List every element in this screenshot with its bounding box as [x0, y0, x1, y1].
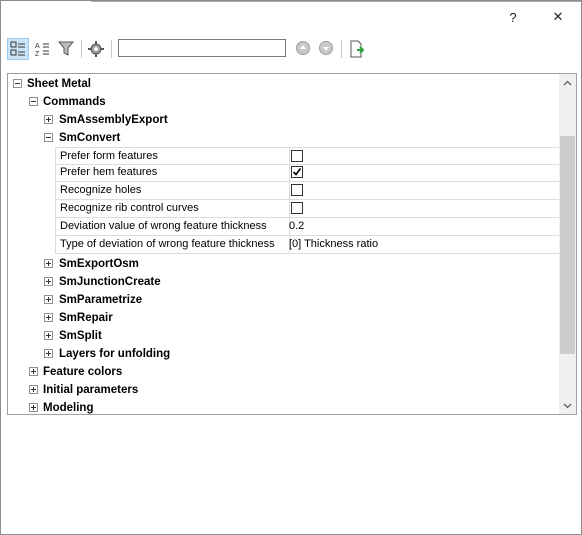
tree-node-label: SmSplit: [59, 330, 102, 342]
svg-text:Z: Z: [35, 51, 40, 57]
expand-icon[interactable]: [44, 313, 53, 322]
tree-node-smrepair[interactable]: SmRepair: [8, 309, 558, 327]
tree-node-label: SmRepair: [59, 312, 113, 324]
tree-node-smparametrize[interactable]: SmParametrize: [8, 291, 558, 309]
tree-node-label: Feature colors: [43, 366, 123, 378]
tree-node-label: SmAssemblyExport: [59, 114, 168, 126]
expand-icon[interactable]: [44, 277, 53, 286]
tree-node-smassemblyexport[interactable]: SmAssemblyExport: [8, 111, 558, 129]
property-name: Type of deviation of wrong feature thick…: [55, 236, 290, 254]
property-row[interactable]: Recognize holes: [55, 182, 563, 200]
recognize-rib-control-curves-checkbox[interactable]: [291, 202, 303, 214]
tree-node-smconvert[interactable]: SmConvert: [8, 129, 558, 147]
tree-node-layers-for-unfolding[interactable]: Layers for unfolding: [8, 345, 558, 363]
property-value: [285, 164, 563, 182]
checkmark-icon: [292, 168, 302, 176]
property-name: Recognize rib control curves: [55, 200, 290, 218]
expand-icon[interactable]: [29, 403, 38, 412]
tree-node-smjunctioncreate[interactable]: SmJunctionCreate: [8, 273, 558, 291]
tree-node-label: Commands: [43, 96, 106, 108]
close-button[interactable]: ✕: [546, 7, 570, 27]
previous-icon[interactable]: [296, 41, 310, 55]
categorized-view-icon[interactable]: [7, 38, 29, 60]
tree-node-modeling[interactable]: Modeling: [8, 399, 558, 414]
tree-node-smsplit[interactable]: SmSplit: [8, 327, 558, 345]
collapse-icon[interactable]: [13, 79, 22, 88]
property-value: [285, 200, 563, 218]
property-name: Recognize holes: [55, 182, 290, 200]
dialog-window: ? ✕ A Z Sheet Metal Commands SmAssemblyE…: [0, 0, 582, 535]
tree-node-feature-colors[interactable]: Feature colors: [8, 363, 558, 381]
tree-node-label: Sheet Metal: [27, 78, 91, 90]
expand-icon[interactable]: [44, 295, 53, 304]
property-row[interactable]: Prefer form features: [55, 147, 563, 165]
property-name: Prefer hem features: [55, 164, 290, 182]
property-value: [285, 147, 563, 165]
expand-icon[interactable]: [29, 367, 38, 376]
tree-node-commands[interactable]: Commands: [8, 93, 558, 111]
scroll-up-icon[interactable]: [559, 74, 576, 91]
tree-node-smexportosm[interactable]: SmExportOsm: [8, 255, 558, 273]
title-bar-border: [91, 1, 581, 2]
export-icon[interactable]: [346, 38, 368, 60]
scroll-down-icon[interactable]: [559, 397, 576, 414]
property-row[interactable]: Prefer hem features: [55, 164, 563, 182]
filter-icon[interactable]: [55, 38, 77, 60]
help-button[interactable]: ?: [501, 7, 525, 27]
expand-icon[interactable]: [44, 349, 53, 358]
tree-node-label: SmExportOsm: [59, 258, 139, 270]
tree-node-label: Layers for unfolding: [59, 348, 171, 360]
expand-icon[interactable]: [29, 385, 38, 394]
toolbar: A Z: [7, 38, 377, 60]
deviation-value-field[interactable]: 0.2: [285, 218, 563, 236]
tree-node-sheet-metal[interactable]: Sheet Metal: [8, 75, 558, 93]
collapse-icon[interactable]: [29, 97, 38, 106]
expand-icon[interactable]: [44, 115, 53, 124]
tree-node-label: SmConvert: [59, 132, 121, 144]
tree-node-label: SmJunctionCreate: [59, 276, 161, 288]
vertical-scrollbar[interactable]: [559, 74, 576, 414]
property-row[interactable]: Deviation value of wrong feature thickne…: [55, 218, 563, 236]
scrollbar-thumb[interactable]: [560, 136, 575, 354]
toolbar-separator: [341, 40, 342, 58]
deviation-type-dropdown[interactable]: [0] Thickness ratio: [285, 236, 563, 254]
recognize-holes-checkbox[interactable]: [291, 184, 303, 196]
property-tree: Sheet Metal Commands SmAssemblyExport Sm…: [7, 73, 577, 415]
toolbar-separator: [81, 40, 82, 58]
tree-node-initial-parameters[interactable]: Initial parameters: [8, 381, 558, 399]
property-name: Prefer form features: [55, 147, 290, 165]
tree-node-label: Initial parameters: [43, 384, 139, 396]
property-name: Deviation value of wrong feature thickne…: [55, 218, 290, 236]
toolbar-separator: [111, 40, 112, 58]
tree-node-label: SmParametrize: [59, 294, 143, 306]
search-input[interactable]: [118, 39, 286, 57]
property-value: [285, 182, 563, 200]
alphabetical-sort-icon[interactable]: A Z: [31, 38, 53, 60]
collapse-icon[interactable]: [44, 133, 53, 142]
prefer-hem-features-checkbox[interactable]: [291, 166, 303, 178]
svg-text:A: A: [35, 43, 40, 50]
settings-icon[interactable]: [85, 38, 107, 60]
property-row[interactable]: Recognize rib control curves: [55, 200, 563, 218]
expand-icon[interactable]: [44, 259, 53, 268]
expand-icon[interactable]: [44, 331, 53, 340]
property-row[interactable]: Type of deviation of wrong feature thick…: [55, 236, 563, 254]
tree-node-label: Modeling: [43, 402, 94, 414]
prefer-form-features-checkbox[interactable]: [291, 150, 303, 162]
next-icon[interactable]: [319, 41, 333, 55]
